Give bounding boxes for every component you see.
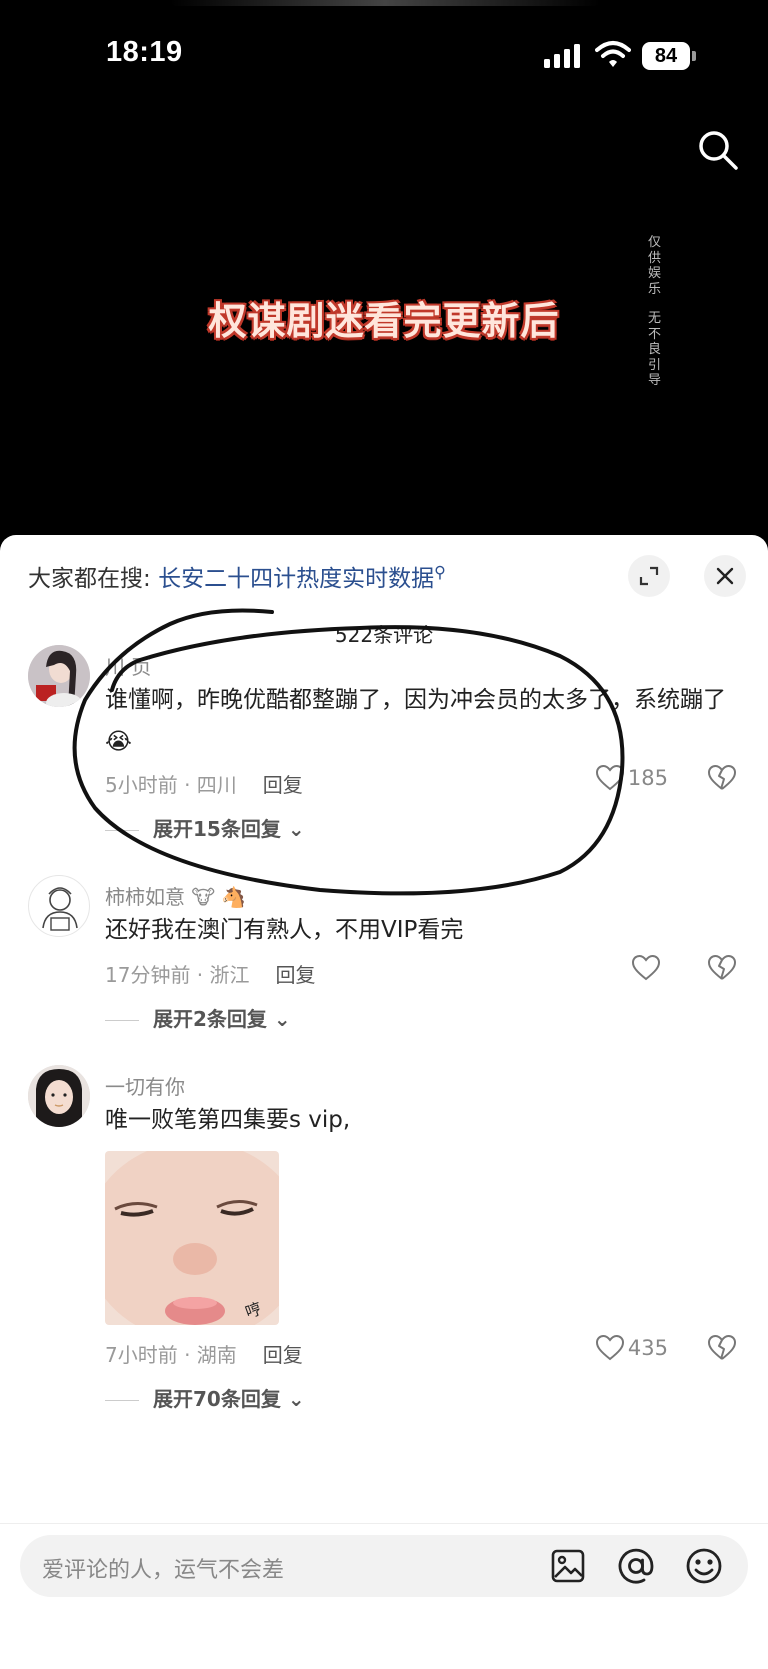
heart-icon — [632, 955, 660, 981]
comment-input[interactable]: 爱评论的人，运气不会差 — [20, 1535, 748, 1597]
heart-icon — [595, 1335, 624, 1361]
video-player[interactable]: 权谋剧迷看完更新后 仅 供 娱 乐 无 不 良 引 导 — [0, 110, 768, 535]
comment-text: 还好我在澳门有熟人，不用VIP看完 — [105, 917, 464, 943]
dynamic-island — [170, 0, 600, 6]
small-search-icon: ⚲ — [434, 562, 446, 582]
reply-button[interactable]: 回复 — [263, 773, 303, 797]
like-button[interactable]: 185 — [595, 765, 668, 791]
battery-level: 84 — [642, 42, 690, 70]
like-count: 185 — [627, 766, 668, 790]
at-icon[interactable] — [616, 1546, 656, 1586]
like-button[interactable] — [632, 955, 664, 981]
comment-meta: 5小时前 · 四川 回复 — [105, 769, 303, 798]
comment-meta: 17分钟前 · 浙江 回复 — [105, 959, 316, 988]
chevron-down-icon: ⌄ — [273, 1007, 291, 1031]
comment-count: 522条评论 — [334, 623, 434, 647]
comment-time-location: 17分钟前 · 浙江 — [105, 963, 250, 987]
status-bar: 18:19 84 — [0, 0, 768, 110]
comment-username[interactable]: 一切有你 — [105, 1071, 185, 1100]
comment-input-placeholder: 爱评论的人，运气不会差 — [42, 1558, 285, 1583]
comment-input-bar: 爱评论的人，运气不会差 — [0, 1523, 768, 1669]
comment-text: 唯一败笔第四集要s vip, — [105, 1107, 351, 1133]
status-time: 18:19 — [106, 36, 183, 68]
search-icon[interactable] — [696, 128, 740, 172]
close-button[interactable] — [704, 555, 746, 597]
comment-text: 谁懂啊，昨晚优酷都整蹦了，因为冲会员的太多了，系统蹦了😭 — [105, 687, 726, 755]
chevron-down-icon: ⌄ — [287, 817, 305, 841]
wifi-icon — [595, 41, 631, 67]
broken-heart-icon[interactable] — [708, 1335, 736, 1361]
sticker-image[interactable]: 哼 — [105, 1151, 279, 1325]
video-disclaimer: 仅 供 娱 乐 无 不 良 引 导 — [648, 235, 662, 388]
expand-replies[interactable]: 展开15条回复 ⌄ — [105, 813, 305, 842]
trending-prefix: 大家都在搜: — [28, 566, 151, 592]
reply-button[interactable]: 回复 — [276, 963, 316, 987]
trending-search[interactable]: 大家都在搜: 长安二十四计热度实时数据⚲ — [28, 559, 446, 593]
comment-time-location: 7小时前 · 湖南 — [105, 1343, 237, 1367]
comment-username[interactable]: 柿柿如意 🐮 🐴 — [105, 881, 246, 910]
battery-indicator: 84 — [642, 42, 696, 70]
reply-button[interactable]: 回复 — [263, 1343, 303, 1367]
image-icon[interactable] — [548, 1546, 588, 1586]
like-count: 435 — [627, 1336, 668, 1360]
avatar[interactable] — [28, 645, 90, 707]
signal-icon — [544, 44, 580, 68]
trending-link[interactable]: 长安二十四计热度实时数据 — [158, 566, 434, 592]
avatar[interactable] — [28, 1065, 90, 1127]
heart-icon — [595, 765, 624, 791]
close-icon — [716, 567, 734, 585]
broken-heart-icon[interactable] — [708, 955, 736, 981]
expand-replies[interactable]: 展开70条回复 ⌄ — [105, 1383, 305, 1412]
comment-sheet: 大家都在搜: 长安二十四计热度实时数据⚲ 522条评论 川 页 谁懂啊，昨晚优酷… — [0, 535, 768, 1669]
emoji-icon[interactable] — [684, 1546, 724, 1586]
like-button[interactable]: 435 — [595, 1335, 668, 1361]
avatar[interactable] — [28, 875, 90, 937]
chevron-down-icon: ⌄ — [287, 1387, 305, 1411]
comment-username[interactable]: 川 页 — [105, 651, 151, 680]
comment-time-location: 5小时前 · 四川 — [105, 773, 237, 797]
broken-heart-icon[interactable] — [708, 765, 736, 791]
expand-button[interactable] — [628, 555, 670, 597]
comment-meta: 7小时前 · 湖南 回复 — [105, 1339, 303, 1368]
expand-replies[interactable]: 展开2条回复 ⌄ — [105, 1003, 291, 1032]
expand-icon — [639, 566, 659, 586]
